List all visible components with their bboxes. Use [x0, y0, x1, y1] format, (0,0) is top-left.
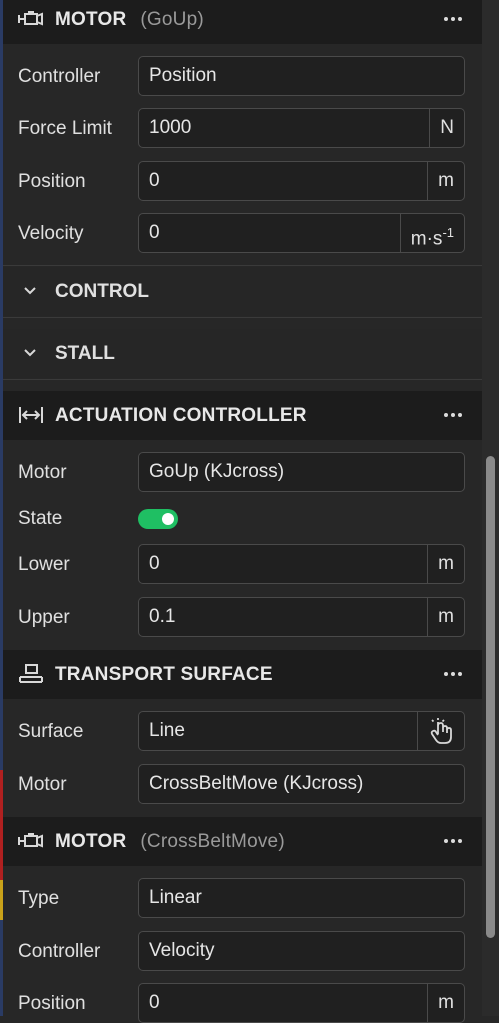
- velocity-field[interactable]: 0 m·s-1: [138, 213, 465, 253]
- upper-label: Upper: [18, 607, 70, 628]
- controller2-field[interactable]: Velocity: [138, 931, 465, 971]
- force-limit-unit: N: [429, 109, 464, 147]
- actuation-icon: [19, 407, 43, 423]
- position-field[interactable]: 0 m: [138, 161, 465, 201]
- controller-value: Position: [149, 65, 217, 86]
- position-unit: m: [427, 162, 464, 200]
- upper-value: 0.1: [149, 606, 176, 627]
- force-limit-label: Force Limit: [18, 118, 112, 139]
- divider: [3, 265, 482, 266]
- stall-section[interactable]: STALL: [3, 329, 482, 378]
- force-limit-field[interactable]: 1000 N: [138, 108, 465, 148]
- surface-field[interactable]: Line: [138, 711, 465, 751]
- velocity-value: 0: [149, 222, 160, 243]
- velocity-unit: m·s-1: [399, 214, 464, 252]
- velocity-unit-base: m·s: [410, 228, 443, 250]
- stall-title: STALL: [55, 343, 115, 364]
- chevron-down-icon: [24, 287, 36, 295]
- actuation-title: ACTUATION CONTROLLER: [55, 405, 307, 426]
- state-toggle[interactable]: [138, 509, 178, 529]
- transport-motor-field[interactable]: CrossBeltMove (KJcross): [138, 764, 465, 804]
- force-limit-value: 1000: [149, 117, 192, 138]
- velocity-label: Velocity: [18, 223, 84, 244]
- motor-crossbelt-header[interactable]: MOTOR (CrossBeltMove): [3, 817, 482, 866]
- controller-field[interactable]: Position: [138, 56, 465, 96]
- upper-unit: m: [427, 598, 464, 636]
- state-label: State: [18, 508, 63, 529]
- chevron-down-icon: [24, 349, 36, 357]
- position-value: 0: [149, 170, 160, 191]
- actuation-motor-field[interactable]: GoUp (KJcross): [138, 452, 465, 492]
- controller2-value: Velocity: [149, 940, 215, 961]
- motor-goup-title: MOTOR (GoUp): [55, 9, 204, 30]
- type-field[interactable]: Linear: [138, 878, 465, 918]
- control-title: CONTROL: [55, 281, 149, 302]
- toggle-knob: [162, 513, 174, 525]
- transport-surface-header[interactable]: TRANSPORT SURFACE: [3, 650, 482, 699]
- more-dots-icon[interactable]: [440, 402, 466, 428]
- lower-label: Lower: [18, 554, 70, 575]
- pick-hand-icon: [430, 718, 452, 744]
- motor-crossbelt-subtitle: (CrossBeltMove): [140, 831, 285, 852]
- control-section[interactable]: CONTROL: [3, 267, 482, 316]
- position-label: Position: [18, 171, 86, 192]
- surface-label: Surface: [18, 721, 84, 742]
- transport-motor-value: CrossBeltMove (KJcross): [149, 773, 364, 794]
- type-value: Linear: [149, 887, 202, 908]
- actuation-controller-header[interactable]: ACTUATION CONTROLLER: [3, 391, 482, 440]
- transport-motor-label: Motor: [18, 774, 67, 795]
- lower-field[interactable]: 0 m: [138, 544, 465, 584]
- upper-field[interactable]: 0.1 m: [138, 597, 465, 637]
- lower-unit: m: [427, 545, 464, 583]
- controller-label: Controller: [18, 66, 101, 87]
- scrollbar-thumb[interactable]: [486, 456, 495, 938]
- actuation-motor-value: GoUp (KJcross): [149, 461, 285, 482]
- divider: [3, 317, 482, 318]
- transport-icon: [19, 664, 43, 683]
- surface-value: Line: [149, 720, 185, 741]
- pick-button[interactable]: [417, 712, 464, 750]
- controller2-label: Controller: [18, 941, 101, 962]
- more-dots-icon[interactable]: [440, 6, 466, 32]
- motor-crossbelt-title: MOTOR (CrossBeltMove): [55, 831, 285, 852]
- actuation-motor-label: Motor: [18, 462, 67, 483]
- motor-icon: [18, 11, 43, 26]
- more-dots-icon[interactable]: [440, 661, 466, 687]
- transport-title: TRANSPORT SURFACE: [55, 664, 273, 685]
- position2-field[interactable]: 0 m: [138, 983, 465, 1023]
- position2-label: Position: [18, 993, 86, 1014]
- lower-value: 0: [149, 553, 160, 574]
- motor-icon: [18, 833, 43, 848]
- position2-unit: m: [427, 984, 464, 1022]
- position2-value: 0: [149, 992, 160, 1013]
- divider: [3, 379, 482, 380]
- motor-goup-header[interactable]: MOTOR (GoUp): [3, 0, 482, 44]
- velocity-unit-exp: -1: [442, 225, 454, 240]
- type-label: Type: [18, 888, 60, 909]
- motor-goup-subtitle: (GoUp): [140, 9, 204, 30]
- more-dots-icon[interactable]: [440, 828, 466, 854]
